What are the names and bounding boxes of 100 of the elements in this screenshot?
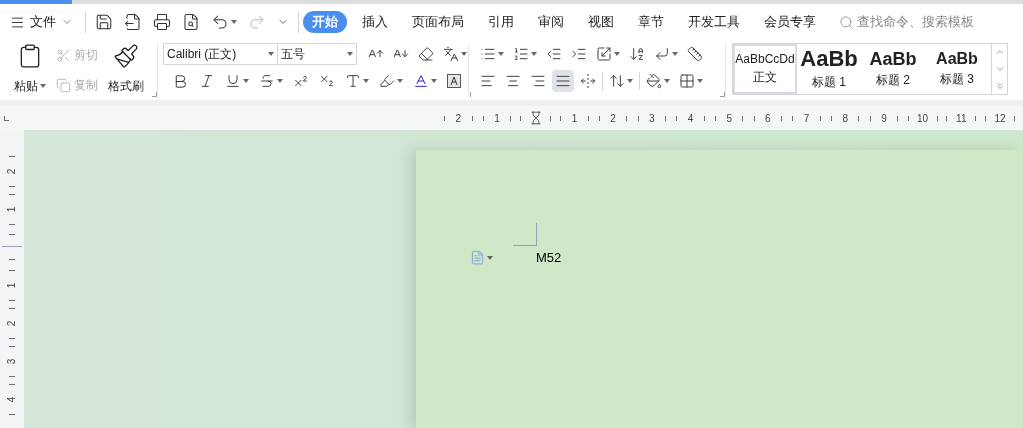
ruler-number: 6: [765, 111, 771, 126]
style-item[interactable]: AaBb 标题 2: [861, 44, 925, 94]
document-text: M52: [536, 249, 562, 267]
document-icon: [470, 250, 485, 266]
justify-button[interactable]: [552, 70, 574, 92]
caret-icon: [268, 52, 274, 56]
style-preview: AaBb: [936, 50, 978, 67]
style-preview: AaBb: [800, 47, 858, 70]
caret-icon: [397, 79, 403, 83]
distribute-icon: [580, 73, 596, 89]
style-item[interactable]: AaBb 标题 1: [797, 44, 861, 94]
print-icon: [153, 13, 171, 31]
ruler-number: 8: [842, 111, 848, 126]
style-preview: AaBb: [869, 49, 917, 68]
ribbon-tab[interactable]: 插入: [353, 11, 397, 33]
ruler-number: 2: [5, 168, 19, 174]
style-label: 正文: [753, 68, 777, 86]
caret-icon: [277, 79, 283, 83]
caret-icon: [40, 84, 46, 88]
active-tab-indicator: [0, 0, 72, 4]
subscript-icon: [319, 73, 335, 89]
font-color-icon: [413, 73, 429, 89]
align-left-icon: [480, 73, 496, 89]
clear-format-icon: [418, 46, 434, 62]
format-painter-button[interactable]: 格式刷: [108, 77, 144, 95]
caret-icon: [531, 52, 537, 56]
undo-icon: [211, 13, 229, 31]
caret-icon: [231, 20, 237, 24]
paragraph-shading-icon: [646, 73, 662, 89]
indent-marker-icon[interactable]: [528, 111, 543, 125]
style-item[interactable]: AaBbCcDd 正文: [733, 44, 797, 94]
style-label: 标题 1: [812, 73, 846, 91]
ribbon-tab[interactable]: 审阅: [529, 11, 573, 33]
ribbon-tab[interactable]: 引用: [479, 11, 523, 33]
superscript-icon: [293, 73, 309, 89]
caret-icon: [664, 79, 670, 83]
caret-icon: [672, 52, 678, 56]
font-size-select[interactable]: 五号: [278, 43, 357, 65]
menu-icon: [10, 14, 25, 30]
ribbon-tab[interactable]: 视图: [579, 11, 623, 33]
caret-icon: [347, 52, 353, 56]
align-right-icon: [530, 73, 546, 89]
font-select[interactable]: Calibri (正文): [163, 43, 278, 65]
scissors-icon: [56, 47, 71, 63]
caret-icon: [614, 52, 620, 56]
ruler-number: 1: [571, 111, 578, 126]
borders-icon: [679, 73, 695, 89]
line-spacing-icon: [609, 73, 625, 89]
underline-icon: [225, 73, 241, 89]
phonetic-guide-icon: [443, 46, 459, 62]
copy-icon: [56, 77, 71, 93]
ruler-number: 1: [5, 206, 19, 212]
caret-icon: [431, 79, 437, 83]
print-preview-icon: [182, 13, 200, 31]
ruler-icon: [687, 46, 703, 62]
ruler-number: 1: [5, 282, 19, 288]
shaded-letter-icon: [447, 74, 461, 88]
ruler-number: 12: [994, 111, 1006, 126]
expand-icon: [994, 80, 1005, 91]
style-label: 标题 2: [876, 71, 910, 89]
numbering-icon: [513, 46, 529, 62]
decrease-indent-icon: [546, 46, 562, 62]
ruler-number: 2: [5, 320, 19, 326]
caret-icon: [487, 255, 493, 260]
ruler-number: 2: [455, 111, 462, 126]
ruler-number: 7: [803, 111, 810, 126]
export-icon: [124, 13, 142, 31]
ribbon-tab[interactable]: 开发工具: [679, 11, 749, 33]
paintbrush-icon: [113, 43, 139, 69]
ribbon-tab[interactable]: 页面布局: [403, 11, 473, 33]
ruler-number: 4: [687, 111, 694, 126]
caret-icon: [461, 52, 467, 56]
sort-icon: [629, 46, 645, 62]
caret-icon: [697, 79, 703, 83]
paragraph-marks-icon: [654, 46, 670, 62]
strikethrough-icon: [259, 73, 275, 89]
align-center-icon: [505, 73, 521, 89]
style-item[interactable]: AaBb 标题 3: [925, 44, 989, 94]
ribbon-tab[interactable]: 会员专享: [755, 11, 825, 33]
increase-indent-icon: [571, 46, 587, 62]
ribbon-tab[interactable]: 章节: [629, 11, 673, 33]
redo-icon: [248, 13, 266, 31]
margin-corner-mark: [513, 223, 537, 246]
caret-icon: [243, 79, 249, 83]
ruler-number: 11: [956, 111, 967, 126]
ruler-number: 10: [917, 111, 929, 126]
ruler-number: 5: [726, 111, 732, 126]
paste-button[interactable]: 粘贴: [14, 77, 46, 95]
ruler-number: 3: [5, 358, 19, 364]
ruler-number: 3: [649, 111, 655, 126]
highlight-icon: [379, 73, 395, 89]
search-icon: [839, 14, 854, 30]
save-icon: [95, 13, 113, 31]
ruler-number: 9: [881, 111, 887, 126]
caret-icon: [363, 79, 369, 83]
file-menu[interactable]: 文件: [10, 12, 81, 32]
ruler-number: 1: [494, 111, 500, 126]
justify-icon: [555, 73, 571, 89]
style-preview: AaBbCcDd: [735, 52, 795, 65]
caret-icon: [498, 52, 504, 56]
